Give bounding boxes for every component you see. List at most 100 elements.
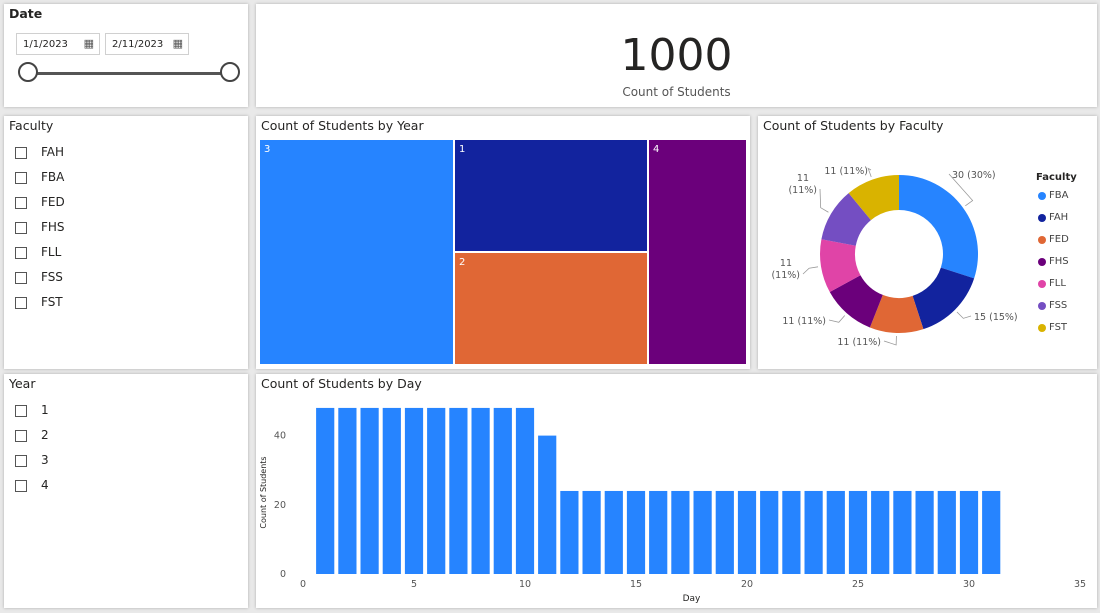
bar-day-8[interactable]: [471, 407, 490, 574]
x-tick-label: 15: [630, 579, 642, 590]
checkbox[interactable]: [15, 247, 27, 259]
bar-day-21[interactable]: [760, 490, 779, 574]
legend-label: FAH: [1049, 212, 1069, 223]
donut-leader-line: [828, 315, 846, 323]
legend-dot: [1038, 192, 1046, 200]
checkbox[interactable]: [15, 405, 27, 417]
date-range-start-handle[interactable]: [18, 62, 38, 82]
checkbox[interactable]: [15, 147, 27, 159]
bar-day-4[interactable]: [382, 407, 401, 574]
bar-day-22[interactable]: [782, 490, 801, 574]
donut-data-label: 11 (11%): [824, 166, 868, 177]
donut-leader-line: [883, 335, 897, 346]
legend-dot: [1038, 324, 1046, 332]
legend-label: FED: [1049, 234, 1069, 245]
bar-day-26[interactable]: [871, 490, 890, 574]
treemap-rect-year-4[interactable]: 4: [648, 139, 747, 365]
donut-data-label: 15 (15%): [974, 312, 1018, 323]
checkbox[interactable]: [15, 272, 27, 284]
treemap-rect-year-1[interactable]: 1: [454, 139, 648, 252]
year-slicer-title: Year: [9, 376, 36, 391]
legend-dot: [1038, 214, 1046, 222]
date-range-end-handle[interactable]: [220, 62, 240, 82]
bar-day-1[interactable]: [316, 407, 335, 574]
date-slicer: Date 1/1/2023 ▦ 2/11/2023 ▦: [4, 4, 248, 107]
bar-day-23[interactable]: [804, 490, 823, 574]
end-date-value: 2/11/2023: [112, 39, 164, 50]
bar-day-14[interactable]: [604, 490, 623, 574]
legend-dot: [1038, 280, 1046, 288]
bar-day-13[interactable]: [582, 490, 601, 574]
calendar-icon[interactable]: ▦: [173, 37, 183, 50]
bar-day-25[interactable]: [848, 490, 868, 574]
bar-day-5[interactable]: [404, 407, 424, 574]
faculty-slicer-title: Faculty: [9, 118, 54, 133]
treemap-card: Count of Students by Year 3 1 2 4: [256, 116, 750, 369]
bar-day-30[interactable]: [959, 490, 979, 574]
bar-day-7[interactable]: [449, 407, 468, 574]
bar-day-17[interactable]: [671, 490, 690, 574]
treemap: 3 1 2 4: [259, 139, 747, 365]
bar-day-19[interactable]: [715, 490, 734, 574]
bar-day-28[interactable]: [915, 490, 934, 574]
donut-chart: 30 (30%) 15 (15%) 11 (11%) 11 (11%) 11 (11%) 1…: [771, 166, 1018, 348]
faculty-item-label: FHS: [41, 220, 65, 234]
x-axis-label: Day: [683, 594, 701, 604]
treemap-label: 3: [264, 144, 271, 155]
donut-leader-line: [802, 266, 819, 275]
bar-day-11[interactable]: [538, 435, 557, 574]
checkbox[interactable]: [15, 480, 27, 492]
treemap-label: 2: [459, 257, 466, 268]
checkbox[interactable]: [15, 172, 27, 184]
date-slicer-title: Date: [9, 6, 43, 21]
bar-day-29[interactable]: [937, 490, 956, 574]
donut-leader-line: [819, 188, 829, 213]
kpi-card: 1000 Count of Students: [256, 4, 1097, 107]
faculty-item-label: FAH: [41, 145, 65, 159]
bar-day-10[interactable]: [515, 407, 535, 574]
kpi-value: 1000: [620, 30, 733, 81]
bar-day-6[interactable]: [427, 407, 446, 574]
bar-day-20[interactable]: [737, 490, 757, 574]
treemap-rect-year-2[interactable]: 2: [454, 252, 648, 365]
bar-day-18[interactable]: [693, 490, 712, 574]
donut-leader-line: [867, 167, 872, 177]
bar-day-31[interactable]: [982, 490, 1001, 574]
start-date-value: 1/1/2023: [23, 39, 68, 50]
date-range-slider-track[interactable]: [31, 72, 234, 75]
start-date-input[interactable]: 1/1/2023 ▦: [16, 33, 100, 55]
bar-day-24[interactable]: [826, 490, 845, 574]
checkbox[interactable]: [15, 197, 27, 209]
year-item-label: 4: [41, 478, 49, 492]
treemap-rect-year-3[interactable]: 3: [259, 139, 454, 365]
y-tick-label: 20: [274, 500, 286, 511]
year-item-label: 2: [41, 428, 49, 442]
checkbox[interactable]: [15, 222, 27, 234]
bar-day-16[interactable]: [649, 490, 668, 574]
faculty-item-label: FST: [41, 295, 63, 309]
donut-slice-fah[interactable]: [912, 267, 975, 330]
checkbox[interactable]: [15, 455, 27, 467]
checkbox[interactable]: [15, 297, 27, 309]
bar-day-3[interactable]: [360, 407, 379, 574]
kpi-label: Count of Students: [622, 85, 731, 99]
calendar-icon[interactable]: ▦: [84, 37, 94, 50]
donut-leader-line: [956, 311, 972, 319]
faculty-item-label: FBA: [41, 170, 65, 184]
bar-day-2[interactable]: [338, 407, 357, 574]
checkbox[interactable]: [15, 430, 27, 442]
legend-dot: [1038, 302, 1046, 310]
donut-slice-fba[interactable]: [899, 175, 978, 279]
bar-day-27[interactable]: [893, 490, 912, 574]
x-tick-label: 0: [300, 579, 306, 590]
bar-day-12[interactable]: [560, 490, 579, 574]
bar-day-9[interactable]: [493, 407, 512, 574]
x-tick-label: 5: [411, 579, 417, 590]
bar-day-15[interactable]: [626, 490, 646, 574]
x-tick-label: 20: [741, 579, 753, 590]
year-item-label: 1: [41, 403, 49, 417]
end-date-input[interactable]: 2/11/2023 ▦: [105, 33, 189, 55]
x-tick-label: 30: [963, 579, 975, 590]
x-tick-label: 35: [1074, 579, 1086, 590]
y-axis-label: Count of Students: [259, 456, 268, 528]
